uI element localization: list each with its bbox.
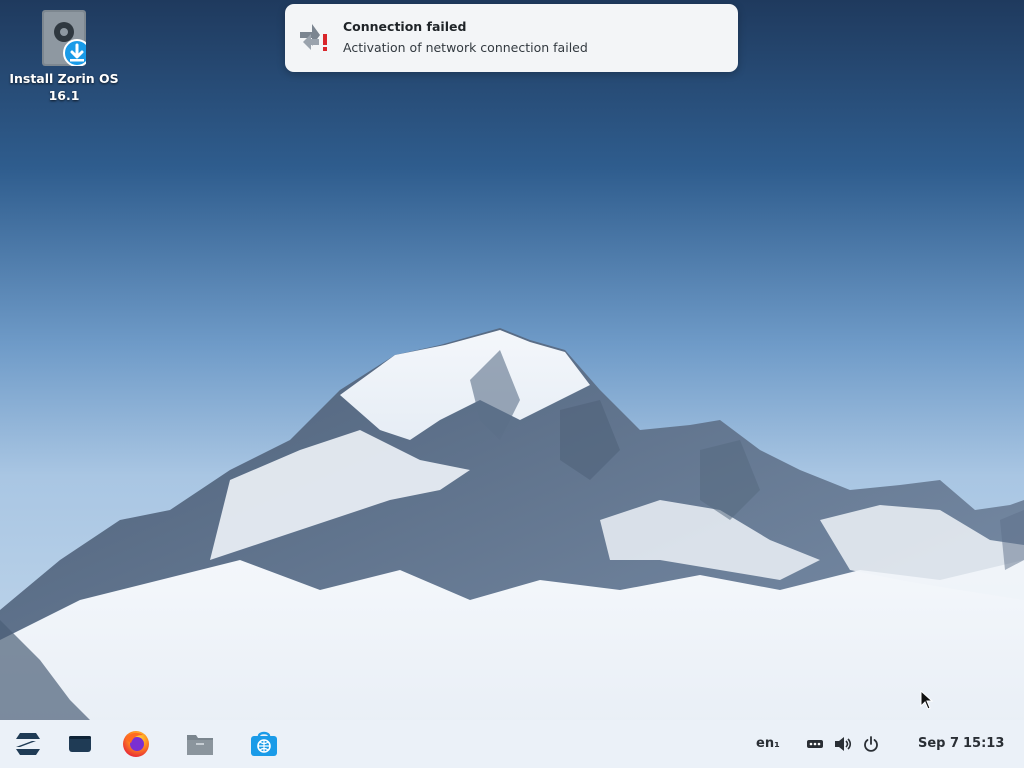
software-launcher[interactable]: [246, 728, 282, 760]
network-icon: [807, 740, 823, 748]
notification-banner[interactable]: Connection failed Activation of network …: [285, 4, 738, 72]
power-icon: [864, 736, 878, 752]
folder-icon: [187, 735, 213, 755]
mouse-cursor-icon: [920, 690, 934, 710]
window-icon: [69, 736, 91, 752]
power-menu-button[interactable]: [860, 728, 882, 760]
volume-icon: [835, 737, 852, 751]
keyboard-layout-indicator[interactable]: en₁: [756, 720, 780, 768]
clock-time[interactable]: 15:13: [963, 720, 1004, 768]
zorin-logo-icon: [16, 733, 40, 755]
firefox-icon: [123, 731, 149, 757]
store-icon: [251, 731, 277, 756]
network-indicator[interactable]: [804, 728, 826, 760]
notification-title: Connection failed: [343, 19, 467, 34]
wallpaper: [0, 328, 1024, 768]
workspaces-button[interactable]: [64, 728, 96, 760]
taskbar: en₁ Sep 7 15:13: [0, 720, 1024, 768]
clock-date[interactable]: Sep 7: [918, 720, 959, 768]
volume-indicator[interactable]: [832, 728, 854, 760]
install-disk-icon: [42, 10, 91, 67]
network-error-icon: [299, 22, 331, 54]
desktop-icon-label: Install Zorin OS 16.1: [9, 71, 119, 103]
zorin-menu-button[interactable]: [10, 728, 46, 760]
notification-body: Activation of network connection failed: [343, 40, 588, 55]
files-launcher[interactable]: [182, 728, 218, 760]
firefox-launcher[interactable]: [118, 728, 154, 760]
desktop-install-zorin-icon[interactable]: Install Zorin OS 16.1: [8, 10, 120, 104]
